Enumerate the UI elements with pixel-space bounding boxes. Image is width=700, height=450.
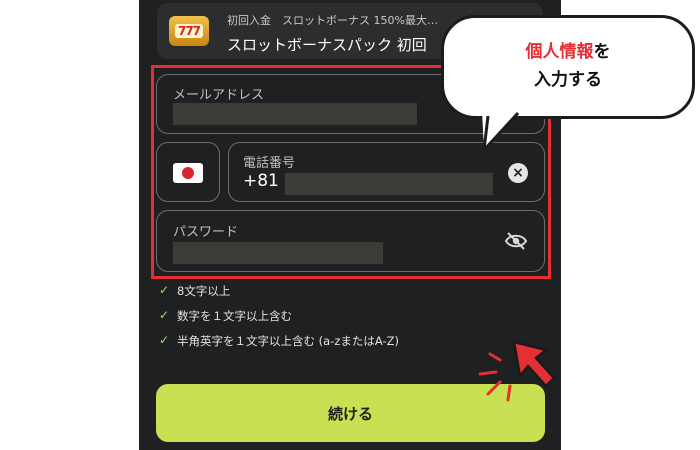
bonus-subtitle: 初回入金 スロットボーナス 150%最大…: [227, 14, 438, 27]
eye-off-icon[interactable]: [504, 231, 528, 251]
bonus-title: スロットボーナスパック 初回: [227, 36, 427, 54]
phone-label: 電話番号: [243, 156, 296, 171]
check-icon: ✓: [159, 308, 170, 322]
country-code-selector[interactable]: [156, 142, 220, 202]
email-label: メールアドレス: [173, 88, 265, 103]
callout-text-1: を: [593, 42, 611, 62]
slot-machine-icon: 777: [169, 16, 209, 46]
password-label: パスワード: [173, 225, 239, 240]
clear-icon[interactable]: ×: [508, 163, 528, 183]
phone-value-masked: [285, 173, 493, 195]
password-value-masked: [173, 242, 383, 264]
email-value-masked: [173, 103, 417, 125]
japan-flag-icon: [173, 163, 203, 183]
password-field[interactable]: パスワード: [156, 210, 545, 272]
check-icon: ✓: [159, 333, 170, 347]
check-icon: ✓: [159, 283, 170, 297]
cursor-pointer-icon: [478, 340, 556, 402]
callout-highlight: 個人情報: [525, 42, 594, 62]
phone-prefix: +81: [243, 171, 279, 191]
callout-tail: [482, 111, 520, 152]
callout-bubble: 個人情報を 入力する: [441, 15, 695, 119]
callout-text-2: 入力する: [534, 70, 602, 90]
